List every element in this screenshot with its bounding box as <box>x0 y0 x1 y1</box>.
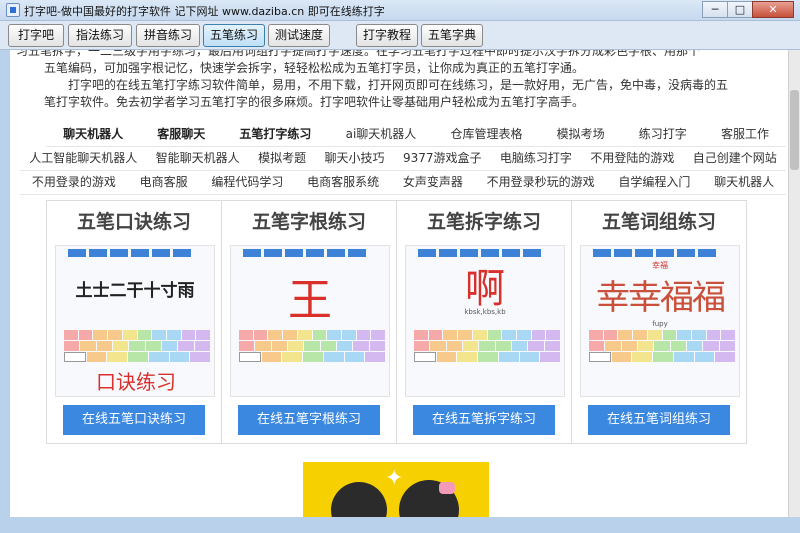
tag-link[interactable]: 模拟考场 <box>540 123 622 146</box>
card-preview[interactable]: 啊 kbsk,kbs,kb <box>405 245 565 397</box>
tag-row: 聊天机器人 客服聊天 五笔打字练习 ai聊天机器人 仓库管理表格 模拟考场 练习… <box>46 123 786 147</box>
close-button[interactable]: ✕ <box>752 1 794 18</box>
practice-cards: 五笔口诀练习 土士二干十寸雨 口诀练习 在线五笔口诀练习 五笔字根练习 王 在线… <box>46 200 776 444</box>
maximize-button[interactable]: □ <box>727 1 753 18</box>
tag-link[interactable]: 不用登陆的游戏 <box>581 147 683 170</box>
intro-text: 习五笔拆字，一二三级字用字练习，最后用词组打字提高打字速度。在学习五笔打字过程中… <box>16 50 760 111</box>
card-cizu: 五笔词组练习 幸福 幸幸福福 fupy 在线五笔词组练习 <box>571 200 747 444</box>
tag-link[interactable]: 练习打字 <box>622 123 704 146</box>
toolbar-daziba-button[interactable]: 打字吧 <box>8 24 64 47</box>
tag-link[interactable]: 电脑练习打字 <box>491 147 581 170</box>
tag-row: 不用登录的游戏 电商客服 编程代码学习 电商客服系统 女声变声器 不用登录秒玩的… <box>20 171 786 195</box>
app-icon <box>6 3 20 17</box>
tag-link[interactable]: 五笔打字练习 <box>222 123 328 146</box>
tag-link[interactable]: 聊天机器人 <box>46 123 140 146</box>
preview-nav <box>593 249 716 257</box>
minimize-button[interactable]: ─ <box>702 1 728 18</box>
cizu-practice-button[interactable]: 在线五笔词组练习 <box>588 405 730 435</box>
preview-overlay-text: 口诀练习 <box>96 370 176 394</box>
toolbar-speedtest-button[interactable]: 测试速度 <box>268 24 330 47</box>
tag-link[interactable]: 模拟考题 <box>249 147 315 170</box>
preview-glyph: 啊 <box>465 266 505 312</box>
intro-line: 五笔编码，可加强字根记忆，快速学会拆字，轻轻松松成为五笔打字员，让你成为真正的五… <box>44 61 585 75</box>
preview-code: fupy <box>652 320 668 328</box>
chaizi-practice-button[interactable]: 在线五笔拆字练习 <box>413 405 555 435</box>
web-content[interactable]: 习五笔拆字，一二三级字用字练习，最后用词组打字提高打字速度。在学习五笔打字过程中… <box>10 50 788 517</box>
toolbar-tutorial-button[interactable]: 打字教程 <box>356 24 418 47</box>
preview-text: 土士二干十寸雨 <box>75 281 195 301</box>
window-titlebar[interactable]: 打字吧-做中国最好的打字软件 记下网址 www.daziba.cn 即可在线练打… <box>0 0 800 21</box>
card-zigen: 五笔字根练习 王 在线五笔字根练习 <box>221 200 397 444</box>
toolbar-wubi-button[interactable]: 五笔练习 <box>203 24 265 47</box>
scrollbar-thumb[interactable] <box>790 90 799 170</box>
preview-nav <box>68 249 191 257</box>
keyboard-preview-icon <box>589 330 736 374</box>
zigen-practice-button[interactable]: 在线五笔字根练习 <box>238 405 380 435</box>
preview-code: kbsk,kbs,kb <box>464 308 506 316</box>
tag-link[interactable]: 人工智能聊天机器人 <box>20 147 146 170</box>
card-title: 五笔词组练习 <box>601 211 716 233</box>
window-title: 打字吧-做中国最好的打字软件 记下网址 www.daziba.cn 即可在线练打… <box>24 5 385 18</box>
tag-link[interactable]: 仓库管理表格 <box>433 123 539 146</box>
tag-link[interactable]: 电商客服 <box>128 171 200 194</box>
toolbar-fingering-button[interactable]: 指法练习 <box>68 24 132 47</box>
tag-link[interactable]: 聊天机器人 <box>702 171 786 194</box>
intro-line: 笔打字软件。免去初学者学习五笔打字的很多麻烦。打字吧软件让零基础用户轻松成为五笔… <box>44 95 585 109</box>
tag-link[interactable]: 不用登录秒玩的游戏 <box>475 171 607 194</box>
card-preview[interactable]: 幸福 幸幸福福 fupy <box>580 245 740 397</box>
window-controls: ─ □ ✕ <box>702 1 794 19</box>
tag-link[interactable]: 聊天小技巧 <box>315 147 393 170</box>
preview-nav <box>243 249 366 257</box>
main-toolbar: 打字吧 指法练习 拼音练习 五笔练习 测试速度 打字教程 五笔字典 <box>0 21 800 50</box>
card-title: 五笔拆字练习 <box>426 211 541 233</box>
tag-link[interactable]: 9377游戏盒子 <box>394 147 491 170</box>
card-title: 五笔口诀练习 <box>76 211 191 233</box>
bow-icon <box>439 482 455 494</box>
tag-link[interactable]: 自己创建个网站 <box>684 147 786 170</box>
intro-line: 打字吧的在线五笔打字练习软件简单，易用，不用下载，打开网页即可在线练习，是一款好… <box>68 78 729 92</box>
cartoon-head-icon <box>331 482 387 517</box>
toolbar-pinyin-button[interactable]: 拼音练习 <box>136 24 200 47</box>
tag-link[interactable]: 客服工作 <box>704 123 786 146</box>
keyboard-preview-icon <box>414 330 561 374</box>
intro-line: 习五笔拆字，一二三级字用字练习，最后用词组打字提高打字速度。在学习五笔打字过程中… <box>16 50 701 58</box>
tag-link[interactable]: 编程代码学习 <box>200 171 296 194</box>
toolbar-dictionary-button[interactable]: 五笔字典 <box>421 24 483 47</box>
keyboard-preview-icon <box>239 330 386 374</box>
tag-row: 人工智能聊天机器人 智能聊天机器人 模拟考题 聊天小技巧 9377游戏盒子 电脑… <box>20 147 786 171</box>
window-bottom-border <box>0 517 800 533</box>
cartoon-banner-image[interactable]: ✦ <box>303 462 489 517</box>
sparkle-icon: ✦ <box>385 466 404 491</box>
card-title: 五笔字根练习 <box>251 211 366 233</box>
tag-link[interactable]: 智能聊天机器人 <box>146 147 248 170</box>
card-preview[interactable]: 土士二干十寸雨 口诀练习 <box>55 245 215 397</box>
tag-link[interactable]: 客服聊天 <box>140 123 222 146</box>
tag-link[interactable]: 女声变声器 <box>391 171 475 194</box>
card-chaizi: 五笔拆字练习 啊 kbsk,kbs,kb 在线五笔拆字练习 <box>396 200 572 444</box>
card-koujue: 五笔口诀练习 土士二干十寸雨 口诀练习 在线五笔口诀练习 <box>46 200 222 444</box>
tag-links: 聊天机器人 客服聊天 五笔打字练习 ai聊天机器人 仓库管理表格 模拟考场 练习… <box>20 123 786 195</box>
preview-glyph: 幸幸福福 <box>596 278 726 318</box>
vertical-scrollbar[interactable] <box>788 50 800 517</box>
tag-link[interactable]: 不用登录的游戏 <box>20 171 128 194</box>
tag-link[interactable]: 自学编程入门 <box>607 171 703 194</box>
card-preview[interactable]: 王 <box>230 245 390 397</box>
preview-glyph: 王 <box>288 275 332 326</box>
tag-link[interactable]: ai聊天机器人 <box>329 123 434 146</box>
koujue-practice-button[interactable]: 在线五笔口诀练习 <box>63 405 205 435</box>
tag-link[interactable]: 电商客服系统 <box>295 171 391 194</box>
